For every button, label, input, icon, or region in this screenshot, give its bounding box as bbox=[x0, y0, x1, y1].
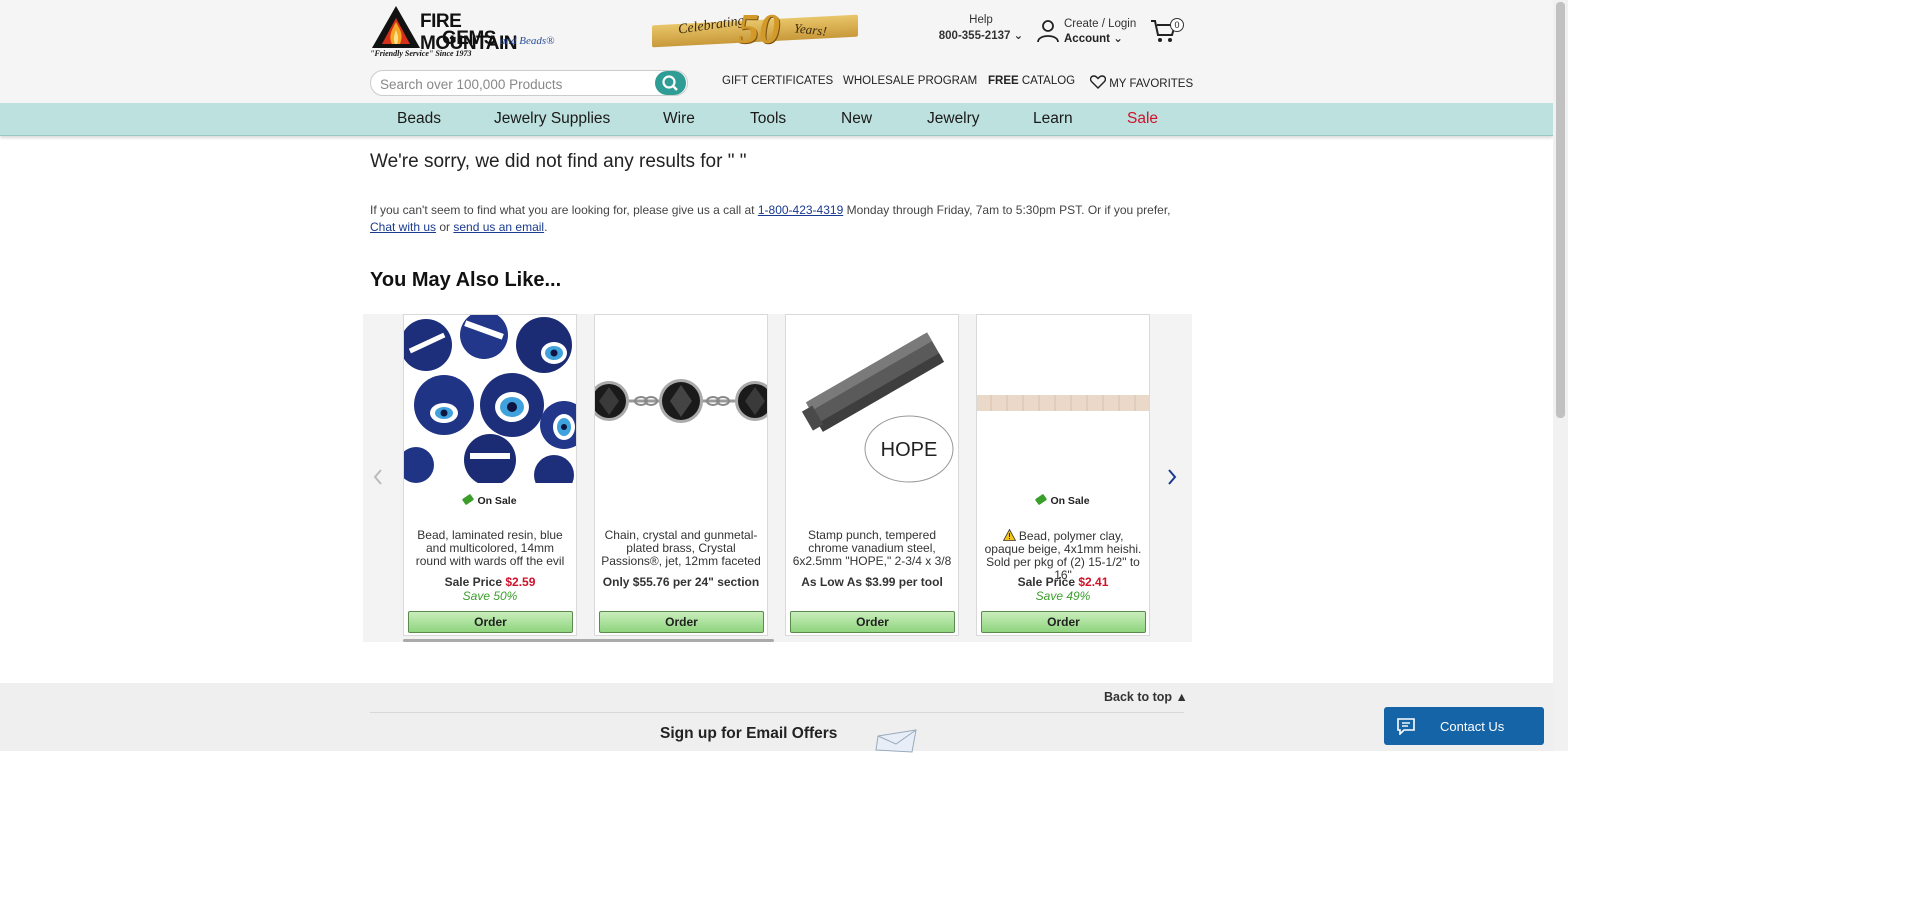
nav-item-wire[interactable]: Wire bbox=[663, 110, 695, 128]
nav-item-new[interactable]: New bbox=[841, 110, 872, 128]
crystal-chain-image bbox=[595, 315, 767, 483]
heishi-beads-image bbox=[977, 315, 1149, 483]
mountain-flame-icon bbox=[372, 6, 420, 48]
product-savings: Save 50% bbox=[462, 589, 518, 603]
help-menu[interactable]: Help 800-355-2137 ⌄ bbox=[936, 14, 1026, 42]
chat-link[interactable]: Chat with us bbox=[370, 220, 436, 234]
page-scrollbar[interactable] bbox=[1553, 0, 1568, 751]
triangle-up-icon: ▲ bbox=[1175, 690, 1188, 704]
chevron-down-icon: ⌄ bbox=[1113, 33, 1123, 45]
product-price: As Low As $3.99 per tool bbox=[801, 575, 943, 589]
order-button[interactable]: Order bbox=[790, 611, 955, 633]
anniversary-number: 50 bbox=[738, 7, 780, 53]
gift-certificates-link[interactable]: GIFT CERTIFICATES bbox=[722, 75, 833, 87]
carousel-prev-button[interactable] bbox=[372, 468, 384, 492]
product-card[interactable]: On Sale Bead, laminated resin, blue and … bbox=[403, 314, 577, 636]
back-to-top-link[interactable]: Back to top ▲ bbox=[1104, 690, 1188, 704]
account-line1: Create / Login bbox=[1064, 18, 1137, 30]
product-savings: Save 49% bbox=[1035, 589, 1091, 603]
wholesale-program-link[interactable]: WHOLESALE PROGRAM bbox=[843, 75, 977, 87]
cart-button[interactable]: 0 bbox=[1150, 18, 1190, 48]
carousel-next-button[interactable] bbox=[1166, 468, 1178, 492]
main-nav: Beads Jewelry Supplies Wire Tools New Je… bbox=[0, 103, 1553, 136]
product-image[interactable]: HOPE bbox=[786, 315, 958, 483]
you-may-also-like-heading: You May Also Like... bbox=[370, 269, 562, 291]
search-icon bbox=[662, 75, 678, 91]
order-button[interactable]: Order bbox=[408, 611, 573, 633]
cart-count-badge: 0 bbox=[1170, 18, 1184, 32]
help-phone: 800-355-2137 ⌄ bbox=[938, 30, 1024, 42]
order-button[interactable]: Order bbox=[981, 611, 1146, 633]
envelope-icon bbox=[875, 729, 917, 753]
user-icon bbox=[1037, 20, 1059, 43]
chevron-right-icon bbox=[1168, 469, 1177, 485]
search-bar bbox=[370, 70, 688, 96]
product-card[interactable]: On Sale Bead, polymer clay, opaque beige… bbox=[976, 314, 1150, 636]
anniversary-right: Years! bbox=[793, 20, 828, 39]
nav-item-jewelry-supplies[interactable]: Jewelry Supplies bbox=[494, 110, 610, 128]
stamp-punch-image: HOPE bbox=[786, 315, 958, 483]
product-image[interactable] bbox=[595, 315, 767, 483]
nav-item-tools[interactable]: Tools bbox=[750, 110, 786, 128]
nav-item-beads[interactable]: Beads bbox=[397, 110, 441, 128]
evil-eye-beads-image bbox=[404, 315, 576, 483]
logo-line3: and Beads® bbox=[500, 35, 555, 47]
my-favorites-link[interactable]: MY FAVORITES bbox=[1089, 75, 1193, 90]
heart-icon bbox=[1089, 75, 1107, 89]
footer-divider bbox=[370, 712, 1184, 713]
scrollbar-thumb[interactable] bbox=[1556, 2, 1565, 418]
logo-line2: GEMS bbox=[442, 28, 496, 49]
phone-link[interactable]: 1-800-423-4319 bbox=[758, 203, 843, 217]
sale-tag-icon bbox=[462, 493, 475, 506]
contact-us-button[interactable]: Contact Us bbox=[1384, 707, 1544, 745]
chat-bubble-icon bbox=[1397, 718, 1415, 735]
no-results-heading: We're sorry, we did not find any results… bbox=[370, 151, 747, 172]
account-menu[interactable]: Create / Login Account ⌄ bbox=[1036, 17, 1146, 47]
nav-item-learn[interactable]: Learn bbox=[1033, 110, 1073, 128]
free-catalog-link[interactable]: FREE CATALOG bbox=[988, 75, 1075, 87]
chevron-down-icon: ⌄ bbox=[1013, 30, 1024, 42]
email-signup-heading: Sign up for Email Offers bbox=[660, 725, 838, 742]
product-title[interactable]: Chain, crystal and gunmetal-plated brass… bbox=[601, 529, 761, 568]
product-price: Sale Price $2.41 bbox=[1017, 575, 1109, 589]
carousel-scrollbar[interactable] bbox=[403, 639, 774, 642]
sale-tag-icon bbox=[1035, 493, 1048, 506]
product-card[interactable]: HOPE Stamp punch, tempered chrome vanadi… bbox=[785, 314, 959, 636]
on-sale-badge: On Sale bbox=[404, 493, 576, 507]
search-button[interactable] bbox=[655, 71, 686, 95]
contact-us-label: Contact Us bbox=[1440, 719, 1505, 734]
order-button[interactable]: Order bbox=[599, 611, 764, 633]
account-line2: Account ⌄ bbox=[1064, 33, 1123, 45]
warning-icon bbox=[1002, 528, 1016, 541]
product-title[interactable]: Bead, laminated resin, blue and multicol… bbox=[410, 529, 570, 568]
product-image[interactable] bbox=[404, 315, 576, 483]
logo-tagline: "Friendly Service" Since 1973 bbox=[370, 49, 472, 58]
help-text: If you can't seem to find what you are l… bbox=[370, 203, 1171, 234]
product-image[interactable] bbox=[977, 315, 1149, 483]
stamp-word: HOPE bbox=[881, 439, 938, 461]
search-input[interactable] bbox=[380, 75, 650, 93]
product-title[interactable]: Stamp punch, tempered chrome vanadium st… bbox=[792, 529, 952, 568]
chevron-left-icon bbox=[373, 469, 382, 485]
help-label: Help bbox=[969, 14, 993, 26]
product-price: Sale Price $2.59 bbox=[444, 575, 536, 589]
nav-item-sale[interactable]: Sale bbox=[1127, 110, 1158, 128]
email-link[interactable]: send us an email bbox=[453, 220, 544, 234]
nav-item-jewelry[interactable]: Jewelry bbox=[927, 110, 980, 128]
product-card[interactable]: Chain, crystal and gunmetal-plated brass… bbox=[594, 314, 768, 636]
site-logo[interactable]: FIRE MOUNTAIN GEMS and Beads® "Friendly … bbox=[370, 4, 560, 60]
anniversary-banner: Celebrating 50 Years! bbox=[652, 7, 858, 54]
on-sale-badge: On Sale bbox=[977, 493, 1149, 507]
product-price: Only $55.76 per 24" section bbox=[602, 575, 760, 589]
